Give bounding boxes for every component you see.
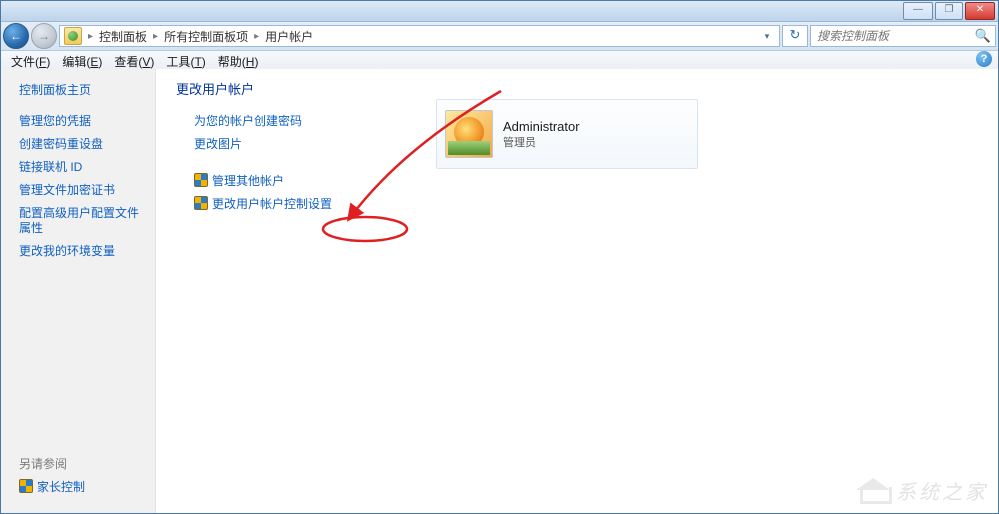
help-icon[interactable]: ?	[976, 51, 992, 67]
breadcrumb-1[interactable]: 控制面板	[99, 28, 147, 45]
sidebar-link-credentials[interactable]: 管理您的凭据	[1, 110, 155, 133]
sidebar-link-encryption-cert[interactable]: 管理文件加密证书	[1, 179, 155, 202]
account-name: Administrator	[503, 119, 580, 134]
link-manage-other-accounts[interactable]: 管理其他帐户	[194, 172, 978, 189]
sidebar-link-password-disk[interactable]: 创建密码重设盘	[1, 133, 155, 156]
close-button[interactable]: ✕	[965, 2, 995, 20]
breadcrumb-2[interactable]: 所有控制面板项	[164, 28, 248, 45]
address-dropdown-icon[interactable]: ▾	[759, 31, 775, 42]
search-input[interactable]	[815, 28, 959, 44]
shield-icon	[194, 173, 208, 187]
shield-icon	[194, 196, 208, 210]
account-picture	[445, 110, 493, 158]
content-area: 更改用户帐户 为您的帐户创建密码 更改图片 管理其他帐户 更改用户帐户控制设置	[156, 69, 998, 513]
sidebar-link-online-id[interactable]: 链接联机 ID	[1, 156, 155, 179]
watermark: 系统之家	[856, 476, 988, 505]
title-bar: — ❐ ✕	[1, 1, 998, 22]
user-accounts-icon	[64, 27, 82, 45]
sidebar-home[interactable]: 控制面板主页	[1, 77, 155, 104]
address-bar-row: ← → ▸ 控制面板 ▸ 所有控制面板项 ▸ 用户帐户 ▾ ↻ 🔍	[1, 22, 998, 51]
search-icon[interactable]: 🔍	[975, 28, 991, 44]
account-tile[interactable]: Administrator 管理员	[436, 99, 698, 169]
shield-icon	[19, 479, 33, 493]
sidebar-see-also-label: 另请参阅	[1, 452, 155, 475]
link-change-uac[interactable]: 更改用户帐户控制设置	[194, 195, 978, 212]
sidebar: 控制面板主页 管理您的凭据 创建密码重设盘 链接联机 ID 管理文件加密证书 配…	[1, 69, 156, 513]
refresh-button[interactable]: ↻	[782, 25, 808, 47]
sidebar-link-env-vars[interactable]: 更改我的环境变量	[1, 240, 155, 263]
nav-forward-button[interactable]: →	[31, 23, 57, 49]
minimize-button[interactable]: —	[903, 2, 933, 20]
sidebar-parental-controls[interactable]: 家长控制	[1, 475, 155, 499]
watermark-house-icon	[856, 478, 890, 504]
breadcrumb-sep: ▸	[88, 31, 93, 42]
breadcrumb-sep: ▸	[254, 31, 259, 42]
search-box[interactable]: 🔍	[810, 25, 996, 47]
account-role: 管理员	[503, 134, 580, 150]
address-bar[interactable]: ▸ 控制面板 ▸ 所有控制面板项 ▸ 用户帐户 ▾	[59, 25, 780, 47]
sidebar-link-advanced-profile[interactable]: 配置高级用户配置文件属性	[1, 202, 155, 240]
breadcrumb-3[interactable]: 用户帐户	[265, 28, 313, 45]
page-heading: 更改用户帐户	[176, 79, 978, 98]
breadcrumb-sep: ▸	[153, 31, 158, 42]
maximize-button[interactable]: ❐	[935, 2, 963, 20]
nav-back-button[interactable]: ←	[3, 23, 29, 49]
